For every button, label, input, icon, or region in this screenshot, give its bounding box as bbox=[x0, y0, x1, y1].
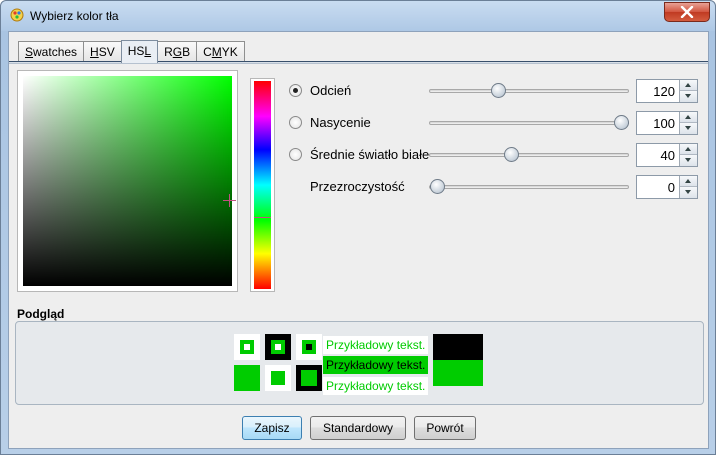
defaults-button[interactable]: Standardowy bbox=[310, 416, 406, 440]
tab-label-rest: HS bbox=[127, 44, 145, 58]
hue-spinner[interactable]: 120 bbox=[636, 79, 698, 103]
lightness-radio[interactable] bbox=[289, 148, 302, 161]
dialog-window: Wybierz kolor tła Swatches HSV HSL RGB C… bbox=[0, 0, 716, 455]
close-icon bbox=[680, 6, 694, 18]
close-button[interactable] bbox=[664, 2, 710, 22]
saturation-value[interactable]: 100 bbox=[640, 116, 675, 131]
tab-label: L bbox=[144, 44, 152, 58]
tab-label: G bbox=[172, 45, 183, 59]
spinner-buttons bbox=[679, 80, 697, 102]
saturation-spinner[interactable]: 100 bbox=[636, 111, 698, 135]
lightness-spinner[interactable]: 40 bbox=[636, 143, 698, 167]
lightness-value[interactable]: 40 bbox=[640, 148, 675, 163]
transparency-label: Przezroczystość bbox=[310, 179, 405, 194]
spinner-buttons bbox=[679, 176, 697, 198]
preview-text-on-white: Przykładowy tekst. bbox=[323, 336, 429, 354]
preview-swatch bbox=[296, 334, 322, 360]
tab-cmyk[interactable]: CMYK bbox=[196, 41, 245, 63]
spin-up-button[interactable] bbox=[680, 176, 697, 187]
color-gradient-area[interactable] bbox=[23, 76, 236, 286]
revert-button[interactable]: Powrót bbox=[414, 416, 476, 440]
preview-black-block bbox=[433, 334, 483, 360]
preview-swatch bbox=[265, 334, 291, 360]
spin-up-button[interactable] bbox=[680, 80, 697, 91]
hue-radio[interactable] bbox=[289, 84, 302, 97]
transparency-slider-track[interactable] bbox=[429, 185, 629, 189]
saturation-label: Nasycenie bbox=[310, 115, 371, 130]
transparency-spinner[interactable]: 0 bbox=[636, 175, 698, 199]
save-button[interactable]: Zapisz bbox=[242, 416, 302, 440]
spinner-buttons bbox=[679, 112, 697, 134]
tab-swatches[interactable]: Swatches bbox=[18, 41, 85, 63]
saturation-slider-track[interactable] bbox=[429, 121, 629, 125]
hue-slider-bar[interactable] bbox=[250, 78, 275, 292]
preview-swatch bbox=[265, 365, 291, 391]
tab-label-rest: B bbox=[182, 45, 191, 59]
spin-down-button[interactable] bbox=[680, 187, 697, 198]
tab-divider bbox=[9, 61, 708, 64]
crosshair-icon bbox=[223, 194, 236, 207]
swatch-core bbox=[306, 344, 312, 350]
palette-icon bbox=[10, 8, 24, 22]
swatch-core bbox=[275, 344, 281, 350]
tab-label-rest: C bbox=[203, 45, 212, 59]
hue-slider-thumb[interactable] bbox=[491, 83, 506, 98]
spin-down-button[interactable] bbox=[680, 91, 697, 102]
tab-label-rest: watches bbox=[33, 45, 78, 59]
window-title: Wybierz kolor tła bbox=[30, 9, 119, 23]
tab-hsv[interactable]: HSV bbox=[83, 41, 122, 63]
hue-value[interactable]: 120 bbox=[640, 84, 675, 99]
transparency-value[interactable]: 0 bbox=[640, 180, 675, 195]
hue-spectrum[interactable] bbox=[254, 81, 271, 289]
spin-down-button[interactable] bbox=[680, 155, 697, 166]
lightness-slider-track[interactable] bbox=[429, 153, 629, 157]
tab-label-rest: R bbox=[164, 45, 173, 59]
preview-text-on-white-alt: Przykładowy tekst. bbox=[323, 377, 429, 395]
spin-down-button[interactable] bbox=[680, 123, 697, 134]
tab-hsl[interactable]: HSL bbox=[120, 40, 159, 63]
preview-color-block bbox=[433, 360, 483, 386]
title-bar[interactable]: Wybierz kolor tła bbox=[1, 1, 715, 31]
preview-text-on-color: Przykładowy tekst. bbox=[323, 356, 429, 374]
preview-swatch bbox=[234, 365, 260, 391]
hue-label: Odcień bbox=[310, 83, 352, 98]
preview-swatch bbox=[296, 365, 322, 391]
preview-title: Podgląd bbox=[17, 307, 65, 321]
tab-label: H bbox=[90, 45, 99, 59]
tab-rgb[interactable]: RGB bbox=[157, 41, 198, 63]
spin-up-button[interactable] bbox=[680, 112, 697, 123]
tab-label: M bbox=[211, 45, 222, 59]
swatch-fill bbox=[271, 371, 285, 385]
swatch-core bbox=[244, 344, 250, 350]
spinner-buttons bbox=[679, 144, 697, 166]
hue-slider-track[interactable] bbox=[429, 89, 629, 93]
hue-marker[interactable] bbox=[254, 217, 271, 218]
lightness-slider-thumb[interactable] bbox=[504, 147, 519, 162]
saturation-slider-thumb[interactable] bbox=[614, 115, 629, 130]
saturation-radio[interactable] bbox=[289, 116, 302, 129]
swatch-fill bbox=[301, 370, 317, 386]
lightness-label: Średnie światło białe bbox=[310, 147, 430, 162]
dialog-content: Swatches HSV HSL RGB CMYK Odcień 120 Nas… bbox=[8, 31, 709, 449]
preview-panel: Przykładowy tekst. Przykładowy tekst. Pr… bbox=[15, 321, 704, 405]
saturation-lightness-picker[interactable] bbox=[17, 70, 238, 292]
tab-label-rest: SV bbox=[98, 45, 115, 59]
tab-label-rest: YK bbox=[221, 45, 238, 59]
tab-label: S bbox=[25, 45, 34, 59]
radio-dot bbox=[293, 88, 298, 93]
preview-swatch bbox=[234, 334, 260, 360]
tab-strip: Swatches HSV HSL RGB CMYK bbox=[18, 40, 245, 63]
spin-up-button[interactable] bbox=[680, 144, 697, 155]
transparency-slider-thumb[interactable] bbox=[430, 179, 445, 194]
